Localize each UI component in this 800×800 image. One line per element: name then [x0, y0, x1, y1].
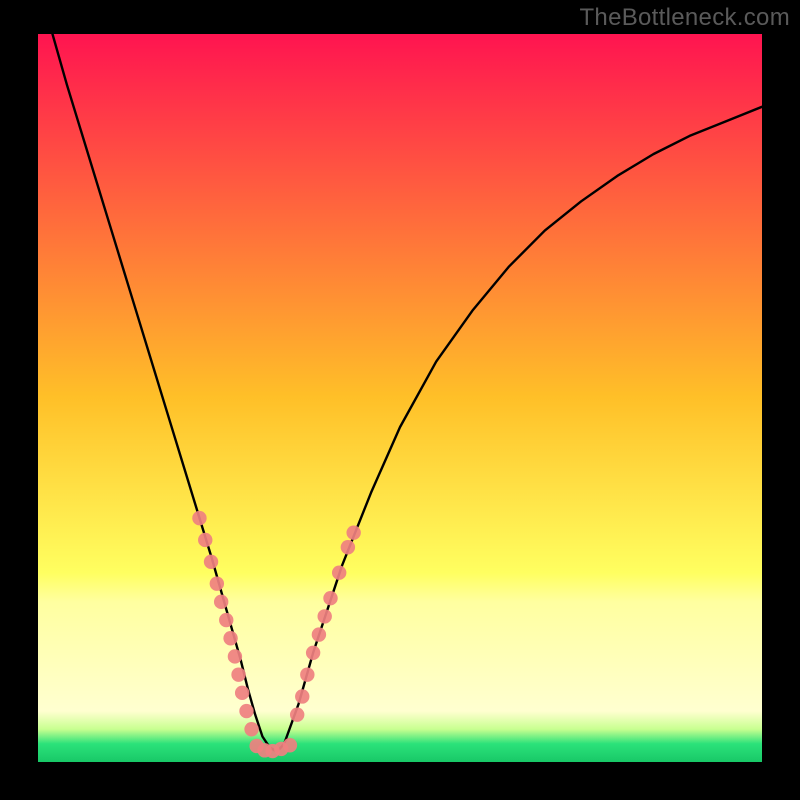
chart-frame: TheBottleneck.com: [0, 0, 800, 800]
data-point: [332, 566, 346, 580]
data-point: [235, 686, 249, 700]
data-point: [219, 613, 233, 627]
data-point: [295, 689, 309, 703]
data-point: [204, 555, 218, 569]
chart-background: [38, 34, 762, 762]
data-point: [300, 667, 314, 681]
data-point: [346, 525, 360, 539]
data-point: [312, 627, 326, 641]
data-point: [283, 738, 297, 752]
data-point: [239, 704, 253, 718]
data-point: [306, 646, 320, 660]
data-point: [244, 722, 258, 736]
data-point: [228, 649, 242, 663]
data-point: [290, 707, 304, 721]
data-point: [210, 576, 224, 590]
data-point: [341, 540, 355, 554]
data-point: [198, 533, 212, 547]
data-point: [318, 609, 332, 623]
data-point: [192, 511, 206, 525]
data-point: [323, 591, 337, 605]
data-point: [223, 631, 237, 645]
data-point: [231, 667, 245, 681]
watermark-text: TheBottleneck.com: [579, 4, 790, 32]
chart-svg: [38, 34, 762, 762]
data-point: [214, 595, 228, 609]
chart-plot-area: [38, 34, 762, 762]
